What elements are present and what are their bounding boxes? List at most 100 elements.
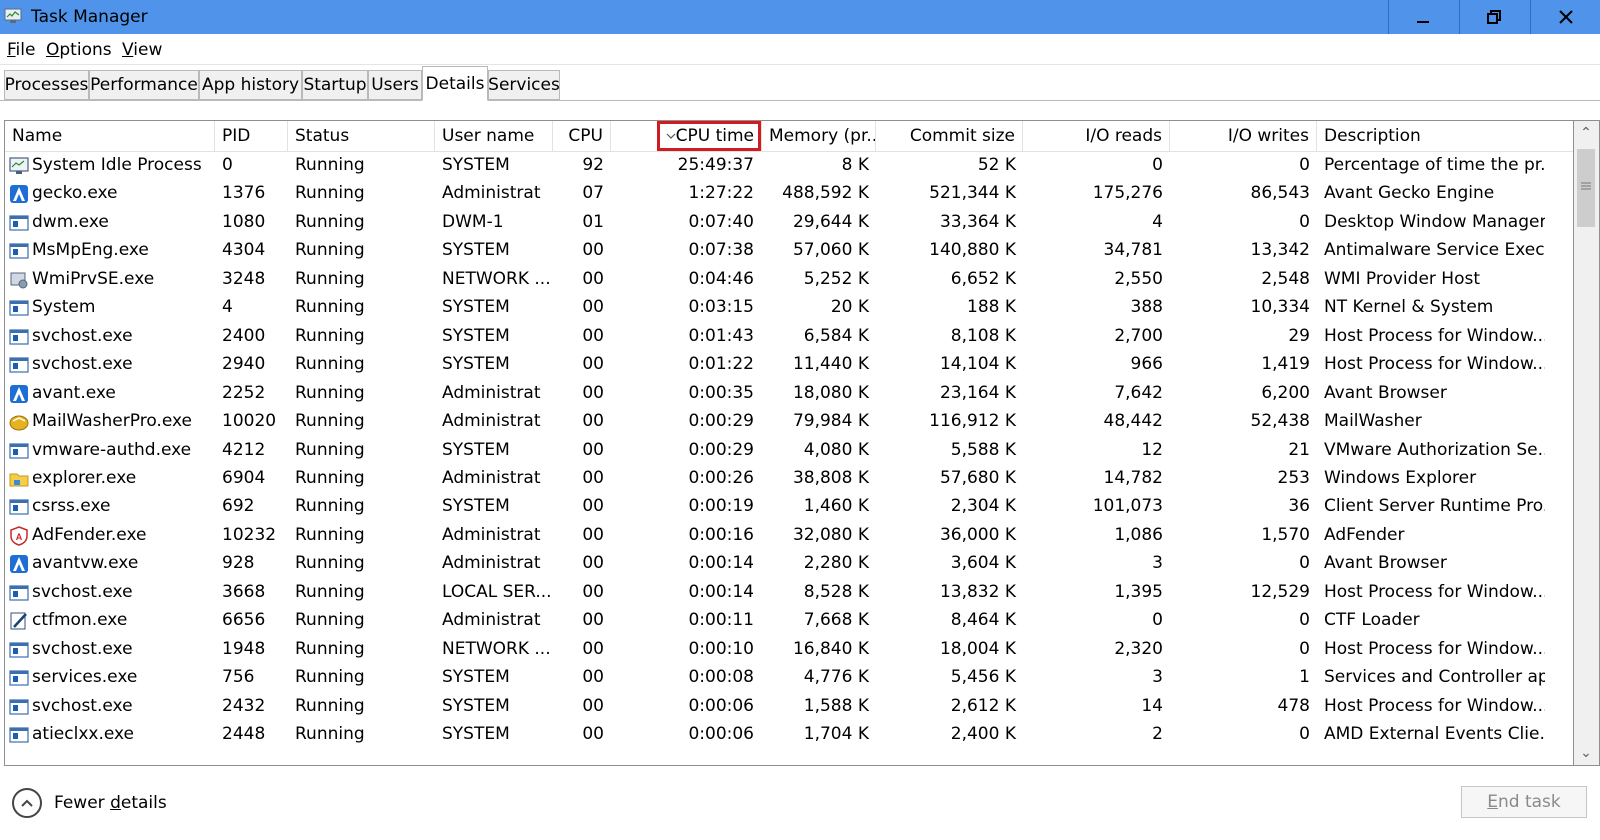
table-row[interactable]: vmware-authd.exe 4212 Running SYSTEM 00 0:00:… <box>5 436 1573 465</box>
table-row[interactable]: svchost.exe 2432 Running SYSTEM 00 0:00:06 1,5… <box>5 692 1573 721</box>
column-header-memory[interactable]: Memory (pr... <box>761 121 876 151</box>
vertical-scrollbar[interactable]: ⌃ ⌄ <box>1574 120 1600 766</box>
column-header-user-name[interactable]: User name <box>435 121 553 151</box>
table-row[interactable]: atieclxx.exe 2448 Running SYSTEM 00 0:00:06 1,… <box>5 720 1573 749</box>
cell-ioreads: 0 <box>1152 155 1163 175</box>
process-name: MsMpEng.exe <box>32 240 149 261</box>
process-name: svchost.exe <box>32 638 133 659</box>
cell-status: Running <box>295 183 365 204</box>
cell-name: System Idle Process <box>5 151 215 180</box>
process-name: ctfmon.exe <box>32 610 128 631</box>
cell-status: Running <box>295 439 365 460</box>
cell-iowrites: 0 <box>1299 724 1310 744</box>
table-row[interactable]: avant.exe 2252 Running Administrat 00 0:00:35… <box>5 379 1573 408</box>
restore-button[interactable] <box>1459 0 1528 34</box>
cell-name: ctfmon.exe <box>5 606 215 635</box>
table-row[interactable]: ctfmon.exe 6656 Running Administrat 00 0:00:1… <box>5 606 1573 635</box>
cell-iowrites: 86,543 <box>1250 183 1310 204</box>
column-header-name[interactable]: Name <box>5 121 215 151</box>
cell-cpu: 00 <box>582 638 604 659</box>
process-name: WmiPrvSE.exe <box>32 268 155 289</box>
process-icon <box>9 668 29 688</box>
cell-memory: 18,080 K <box>792 382 869 403</box>
close-button[interactable] <box>1530 0 1600 34</box>
cell-ioreads: 4 <box>1152 211 1163 232</box>
table-row[interactable]: services.exe 756 Running SYSTEM 00 0:00:08 4,7… <box>5 663 1573 692</box>
table-row[interactable]: svchost.exe 1948 Running NETWORK ... 00 0:00:… <box>5 635 1573 664</box>
adfender-icon: A <box>9 526 29 546</box>
cell-pid: 10020 <box>222 411 277 432</box>
table-row[interactable]: MailWasherPro.exe 10020 Running Administrat… <box>5 407 1573 436</box>
cell-iowrites: 10,334 <box>1250 297 1310 318</box>
column-header-io-reads[interactable]: I/O reads <box>1023 121 1170 151</box>
table-row[interactable]: explorer.exe 6904 Running Administrat 00 0:00… <box>5 464 1573 493</box>
column-header-io-writes[interactable]: I/O writes <box>1170 121 1317 151</box>
column-header-cpu-time[interactable]: CPU time <box>611 121 761 151</box>
tab-app-history[interactable]: App history <box>199 70 302 100</box>
cell-cputime: 0:04:46 <box>688 268 754 289</box>
table-row[interactable]: WmiPrvSE.exe 3248 Running NETWORK ... 00 0:04… <box>5 265 1573 294</box>
minimize-button[interactable] <box>1388 0 1457 34</box>
table-row[interactable]: dwm.exe 1080 Running DWM-1 01 0:07:40 29,644 K… <box>5 208 1573 237</box>
column-header-cpu[interactable]: CPU <box>553 121 611 151</box>
tab-services[interactable]: Services <box>488 70 560 100</box>
cell-commit: 57,680 K <box>939 467 1016 488</box>
menu-view[interactable]: View <box>122 40 162 60</box>
cell-user: Administrat <box>442 553 541 574</box>
cell-name: avant.exe <box>5 379 215 408</box>
cell-pid: 2432 <box>222 695 266 716</box>
menu-file[interactable]: File <box>7 40 35 60</box>
end-task-button[interactable]: End task <box>1461 786 1587 818</box>
scrollbar-thumb[interactable] <box>1577 149 1595 227</box>
table-row[interactable]: A AdFender.exe 10232 Running Administrat 00 0:… <box>5 521 1573 550</box>
cell-iowrites: 1 <box>1299 667 1310 688</box>
cell-status: Running <box>295 325 365 346</box>
tab-details[interactable]: Details <box>422 66 488 101</box>
process-name: svchost.exe <box>32 581 133 602</box>
cell-memory: 6,584 K <box>803 325 869 346</box>
cell-cputime: 0:07:40 <box>688 211 754 232</box>
cell-status: Running <box>295 496 365 517</box>
tab-users[interactable]: Users <box>368 70 422 100</box>
cell-ioreads: 7,642 <box>1114 382 1163 403</box>
fewer-details-button[interactable]: Fewer details <box>12 788 167 818</box>
cell-memory: 1,588 K <box>803 695 869 716</box>
table-row[interactable]: csrss.exe 692 Running SYSTEM 00 0:00:19 1,460 … <box>5 492 1573 521</box>
scroll-down-icon[interactable]: ⌄ <box>1574 741 1598 765</box>
cell-cpu: 00 <box>582 354 604 375</box>
table-row[interactable]: svchost.exe 3668 Running LOCAL SER... 00 0:00… <box>5 578 1573 607</box>
cell-memory: 32,080 K <box>792 524 869 545</box>
table-row[interactable]: svchost.exe 2400 Running SYSTEM 00 0:01:43 6,5… <box>5 322 1573 351</box>
tab-processes[interactable]: Processes <box>4 70 89 100</box>
cell-cputime: 0:00:19 <box>688 496 754 517</box>
cell-cputime: 0:00:06 <box>688 695 754 716</box>
cell-iowrites: 13,342 <box>1250 240 1310 261</box>
cell-cpu: 00 <box>582 268 604 289</box>
process-icon <box>9 355 29 375</box>
scroll-up-icon[interactable]: ⌃ <box>1574 121 1598 145</box>
column-header-commit-size[interactable]: Commit size <box>876 121 1023 151</box>
column-header-status[interactable]: Status <box>288 121 435 151</box>
cell-name: avantvw.exe <box>5 549 215 578</box>
table-row[interactable]: System 4 Running SYSTEM 00 0:03:15 20 K 188 K 38… <box>5 293 1573 322</box>
cell-status: Running <box>295 638 365 659</box>
table-row[interactable]: avantvw.exe 928 Running Administrat 00 0:00:1… <box>5 549 1573 578</box>
details-table: Name PID Status User name CPU CPU time M… <box>4 120 1574 766</box>
tab-performance[interactable]: Performance <box>89 70 199 100</box>
cell-commit: 18,004 K <box>939 638 1016 659</box>
cell-user: SYSTEM <box>442 439 510 460</box>
table-row[interactable]: svchost.exe 2940 Running SYSTEM 00 0:01:22 11,… <box>5 350 1573 379</box>
cell-user: SYSTEM <box>442 155 510 175</box>
table-row[interactable]: gecko.exe 1376 Running Administrat 07 1:27:22… <box>5 179 1573 208</box>
table-row[interactable]: System Idle Process 0 Running SYSTEM 92 25:49… <box>5 151 1573 180</box>
cell-cpu: 00 <box>582 667 604 688</box>
table-row[interactable]: MsMpEng.exe 4304 Running SYSTEM 00 0:07:38 57,… <box>5 236 1573 265</box>
cell-name: csrss.exe <box>5 492 215 521</box>
cell-user: Administrat <box>442 524 541 545</box>
menu-options[interactable]: Options <box>46 40 112 60</box>
tab-startup[interactable]: Startup <box>302 70 368 100</box>
column-header-pid[interactable]: PID <box>215 121 288 151</box>
cell-cputime: 25:49:37 <box>677 155 754 175</box>
avant-icon <box>9 554 29 574</box>
column-header-description[interactable]: Description <box>1317 121 1545 151</box>
